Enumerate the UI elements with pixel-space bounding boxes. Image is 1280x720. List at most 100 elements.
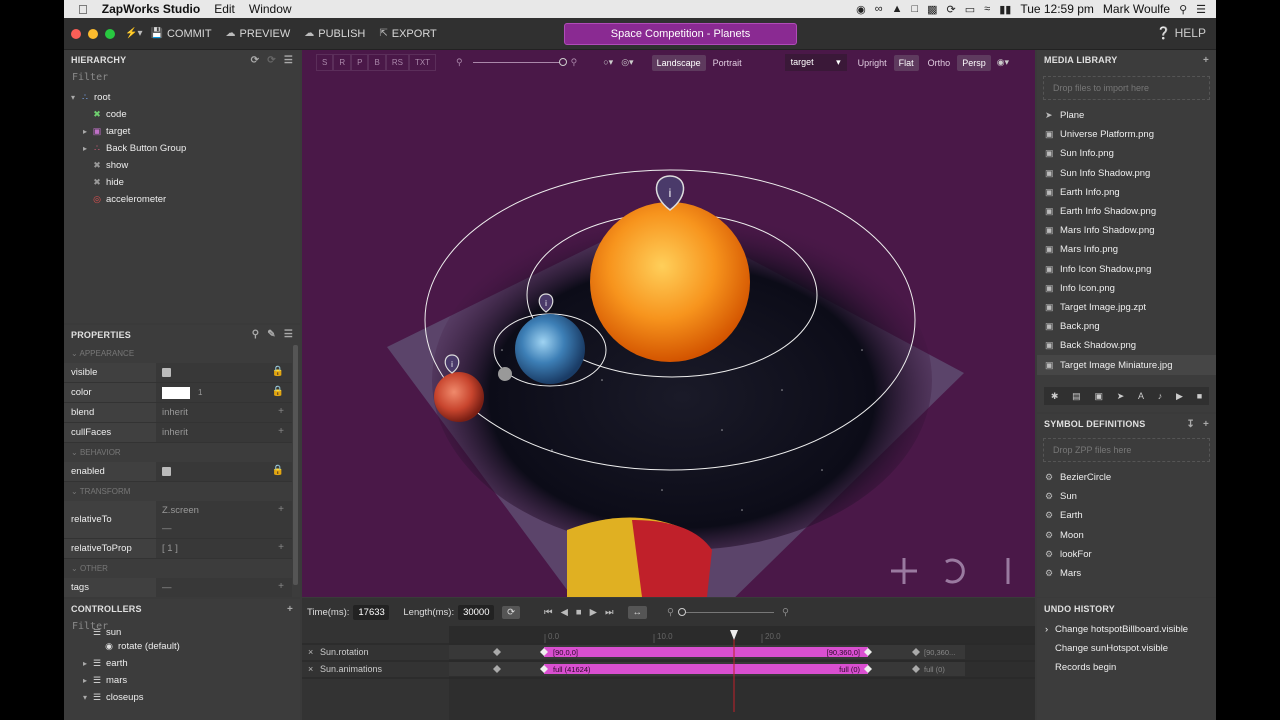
add-icon[interactable]: + bbox=[278, 406, 284, 417]
dropbox-icon[interactable]: □ bbox=[911, 3, 918, 15]
file-icon[interactable]: ▤ bbox=[1072, 391, 1081, 402]
media-drop-zone[interactable]: Drop files to import here bbox=[1043, 76, 1210, 100]
creative-cloud-icon[interactable]: ∞ bbox=[875, 3, 883, 15]
add-icon[interactable]: + bbox=[1203, 419, 1209, 430]
hierarchy-item[interactable]: ▸ ▣ target bbox=[64, 123, 300, 140]
p-button[interactable]: P bbox=[351, 54, 369, 71]
sun-planet[interactable] bbox=[590, 202, 750, 362]
tags-value[interactable]: — bbox=[162, 582, 172, 593]
hierarchy-item[interactable]: ✖ show bbox=[64, 157, 300, 174]
scene-canvas[interactable]: i i i bbox=[302, 50, 1035, 597]
hierarchy-item[interactable]: ✖ hide bbox=[64, 174, 300, 191]
visible-checkbox[interactable] bbox=[162, 368, 171, 377]
media-item[interactable]: ▣ Universe Platform.png bbox=[1037, 125, 1216, 144]
inbox-icon[interactable]: ▩ bbox=[927, 3, 937, 16]
window-menu[interactable]: Window bbox=[249, 2, 292, 16]
moon[interactable] bbox=[498, 367, 512, 381]
timeline-zoom-slider[interactable] bbox=[678, 607, 775, 616]
plane-icon[interactable]: ➤ bbox=[1117, 391, 1125, 402]
media-item[interactable]: ▣ Info Icon Shadow.png bbox=[1037, 260, 1216, 279]
audio-icon[interactable]: ♪ bbox=[1158, 391, 1163, 401]
zoom-window-button[interactable] bbox=[105, 28, 115, 39]
hierarchy-item[interactable]: ▾ ∴ root bbox=[64, 89, 300, 106]
controller-item[interactable]: ▸ ☰ mars bbox=[64, 672, 300, 689]
help-button[interactable]: ❔ HELP bbox=[1156, 26, 1206, 40]
target-select[interactable]: target ▾ bbox=[784, 54, 847, 71]
chevron-right-icon[interactable]: ▸ bbox=[80, 659, 90, 668]
video-icon[interactable]: ▶ bbox=[1176, 391, 1183, 402]
lock-icon[interactable]: 🔒 bbox=[272, 465, 284, 476]
3d-model-icon[interactable]: ■ bbox=[1197, 391, 1202, 401]
zoom-in-icon[interactable]: ⚲ bbox=[571, 57, 578, 68]
media-item[interactable]: ➤ Plane bbox=[1037, 106, 1216, 125]
view-options-icon[interactable]: ◉▾ bbox=[997, 57, 1009, 68]
media-item[interactable]: ▣ Back Shadow.png bbox=[1037, 336, 1216, 355]
zoom-out-icon[interactable]: ⚲ bbox=[456, 57, 463, 68]
edit-icon[interactable]: ✎ bbox=[267, 329, 276, 340]
menu-icon[interactable]: ☰ bbox=[284, 55, 293, 66]
mars-planet[interactable] bbox=[434, 372, 484, 422]
track-name[interactable]: Sun.rotation bbox=[320, 647, 369, 657]
menu-icon[interactable]: ☰ bbox=[284, 329, 293, 340]
timeline-zoom-out-icon[interactable]: ⚲ bbox=[667, 607, 674, 618]
persp-toggle[interactable]: Persp bbox=[957, 54, 991, 71]
redo-icon[interactable]: ⟳ bbox=[267, 55, 276, 66]
symbol-item[interactable]: ⚙ BezierCircle bbox=[1037, 468, 1216, 487]
timeline-zoom-handle[interactable] bbox=[678, 607, 687, 616]
fox-icon[interactable]: ▲ bbox=[892, 3, 903, 15]
export-button[interactable]: ⇱ EXPORT bbox=[379, 28, 436, 40]
record-icon[interactable]: ◉ bbox=[856, 3, 866, 16]
project-title[interactable]: Space Competition - Planets bbox=[564, 23, 797, 45]
airplay-icon[interactable]: ▭ bbox=[965, 3, 975, 16]
keyframe-segment[interactable] bbox=[544, 647, 868, 657]
scene-viewport[interactable]: i i i bbox=[302, 50, 1035, 597]
media-item[interactable]: ▣ Target Image.jpg.zpt bbox=[1037, 298, 1216, 317]
s-button[interactable]: S bbox=[316, 54, 334, 71]
remove-track-icon[interactable]: × bbox=[308, 647, 313, 657]
snap-dropdown-icon[interactable]: ◎▾ bbox=[621, 57, 633, 68]
hierarchy-item[interactable]: ▸ ∴ Back Button Group bbox=[64, 140, 300, 157]
download-icon[interactable]: ↧ bbox=[1186, 419, 1195, 430]
lock-icon[interactable]: 🔒 bbox=[272, 386, 284, 397]
zoom-slider[interactable] bbox=[472, 58, 567, 66]
symbol-item[interactable]: ⚙ Moon bbox=[1037, 526, 1216, 545]
chevron-right-icon[interactable]: ▸ bbox=[80, 144, 90, 153]
cullfaces-value[interactable]: inherit bbox=[162, 427, 188, 438]
relativeto-value[interactable]: Z.screen bbox=[162, 505, 199, 516]
zoom-slider-handle[interactable] bbox=[558, 58, 567, 66]
chevron-right-icon[interactable]: ▸ bbox=[80, 127, 90, 136]
controller-item[interactable]: ☰ sun bbox=[64, 629, 300, 638]
txt-button[interactable]: TXT bbox=[408, 54, 437, 71]
undo-item[interactable]: › Change hotspotBillboard.visible bbox=[1037, 620, 1216, 639]
app-menu[interactable]: ZapWorks Studio bbox=[102, 2, 200, 16]
font-icon[interactable]: A bbox=[1138, 391, 1144, 401]
camera-dropdown-icon[interactable]: ○▾ bbox=[603, 57, 613, 68]
add-icon[interactable]: + bbox=[278, 504, 284, 515]
timeline-zoom-in-icon[interactable]: ⚲ bbox=[782, 607, 789, 618]
section-other[interactable]: ⌄ OTHER bbox=[64, 559, 292, 578]
search-icon[interactable]: ⚲ bbox=[252, 329, 260, 340]
minimize-window-button[interactable] bbox=[88, 28, 98, 39]
symbol-item[interactable]: ⚙ lookFor bbox=[1037, 545, 1216, 564]
hierarchy-filter-input[interactable]: Filter bbox=[64, 70, 300, 86]
loop-button[interactable]: ⟳ bbox=[502, 605, 521, 619]
media-item[interactable]: ▣ Sun Info Shadow.png bbox=[1037, 164, 1216, 183]
refresh-icon[interactable]: ⟳ bbox=[251, 55, 260, 66]
sync-icon[interactable]: ⟳ bbox=[947, 3, 956, 16]
controller-item[interactable]: ▾ ☰ closeups bbox=[64, 689, 300, 706]
media-item[interactable]: ▣ Mars Info Shadow.png bbox=[1037, 221, 1216, 240]
clock[interactable]: Tue 12:59 pm bbox=[1020, 2, 1094, 16]
add-icon[interactable]: + bbox=[278, 542, 284, 553]
zapworks-logo-icon[interactable]: ⚡▾ bbox=[125, 28, 142, 39]
r-button[interactable]: R bbox=[333, 54, 352, 71]
add-icon[interactable]: + bbox=[278, 426, 284, 437]
close-window-button[interactable] bbox=[71, 28, 81, 39]
controller-item[interactable]: ▸ ☰ earth bbox=[64, 655, 300, 672]
skip-end-icon[interactable]: ⏭ bbox=[605, 607, 614, 618]
symbol-item[interactable]: ⚙ Earth bbox=[1037, 506, 1216, 525]
media-item[interactable]: ▣ Earth Info Shadow.png bbox=[1037, 202, 1216, 221]
skip-start-icon[interactable]: ⏮ bbox=[544, 607, 553, 618]
all-media-icon[interactable]: ✱ bbox=[1051, 391, 1059, 402]
add-icon[interactable]: + bbox=[1203, 55, 1209, 66]
properties-scrollbar[interactable] bbox=[293, 345, 298, 585]
